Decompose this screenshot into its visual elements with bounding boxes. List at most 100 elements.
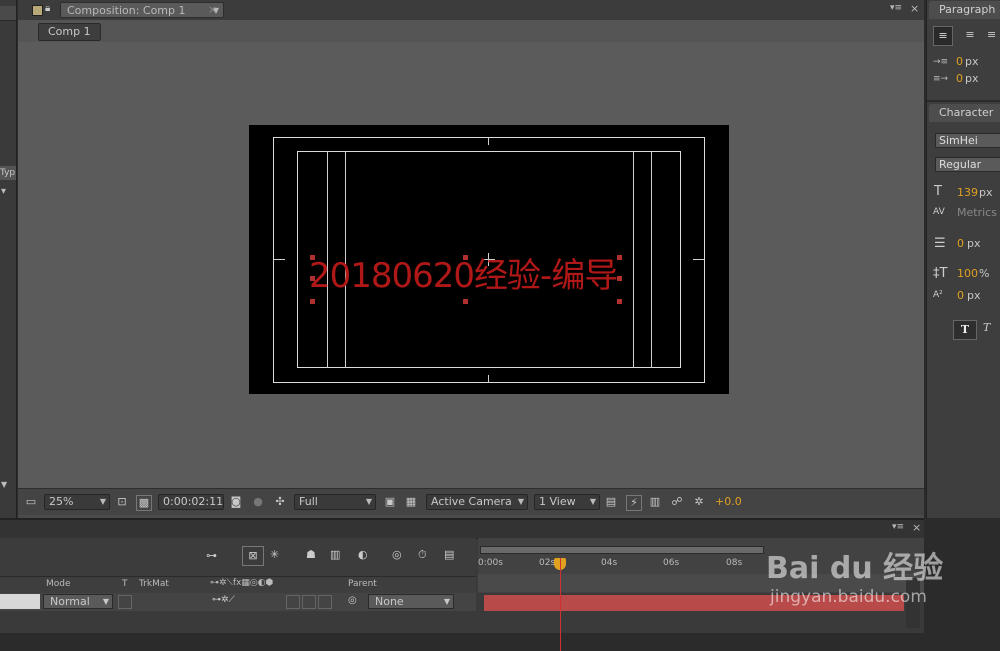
layer-name-cell[interactable] <box>0 594 40 609</box>
pick-whip-icon[interactable]: ◎ <box>348 595 357 606</box>
timecode-value: 0:00:02:11 <box>163 495 224 508</box>
align-center-icon[interactable]: ≡ <box>961 26 979 44</box>
comp-flow-button[interactable]: Comp 1 <box>38 23 101 41</box>
comp-mini-flowchart-icon[interactable]: ⊶ <box>206 549 217 562</box>
panel-menu-icon[interactable]: ▾≡ <box>890 3 902 13</box>
timeline-icon[interactable]: ▥ <box>648 495 662 509</box>
type-panel-tab[interactable]: Typ <box>0 166 16 180</box>
center-cut-guide-right <box>651 151 652 368</box>
resolution-dropdown[interactable]: Full ▼ <box>294 494 376 510</box>
ruler-label: 02s <box>539 558 556 568</box>
parent-column: Parent <box>348 579 377 589</box>
transform-handle[interactable] <box>463 299 468 304</box>
paragraph-panel-tab[interactable]: Paragraph <box>929 1 1000 19</box>
kerning-icon: AV <box>933 207 945 217</box>
leading-value[interactable]: 0 <box>957 237 964 250</box>
font-size-value[interactable]: 139 <box>957 186 978 199</box>
panel-close-icon[interactable]: × <box>910 2 919 15</box>
character-title: Character <box>939 106 994 119</box>
snapshot-icon[interactable]: ◙ <box>229 495 243 509</box>
resolution-value: Full <box>299 495 318 508</box>
paragraph-title: Paragraph <box>939 3 996 16</box>
faux-bold-button[interactable]: T <box>953 320 977 340</box>
reset-exposure-icon[interactable]: ✲ <box>692 495 706 509</box>
fast-preview-mode-icon[interactable]: ⚡ <box>626 495 642 511</box>
auto-keyframe-icon[interactable]: ⏱ <box>418 548 427 562</box>
comp-canvas[interactable]: 20180620经验-编导 <box>249 125 729 394</box>
camera-dropdown[interactable]: Active Camera ▼ <box>426 494 528 510</box>
always-preview-icon[interactable]: ▭ <box>24 495 38 509</box>
comp-tab[interactable]: Composition: Comp 1 ▼ <box>60 2 224 18</box>
guide-tick-left <box>273 259 285 260</box>
blend-mode-dropdown[interactable]: Normal ▼ <box>43 594 113 609</box>
region-of-interest-icon[interactable]: ⊡ <box>115 495 129 509</box>
channel-icon[interactable]: ✣ <box>273 495 287 509</box>
font-style-field[interactable]: Regular <box>935 157 1000 172</box>
hide-shy-layers-icon[interactable]: ☗ <box>306 548 316 561</box>
panel-divider <box>927 100 1000 102</box>
brainstorm-icon[interactable]: ◎ <box>392 548 402 561</box>
indent-first-value[interactable]: 0 <box>956 72 963 85</box>
faux-italic-button[interactable]: T <box>983 321 990 334</box>
comp-viewer[interactable]: 20180620经验-编导 <box>18 42 924 488</box>
view-layout-dropdown[interactable]: 1 View ▼ <box>534 494 600 510</box>
layer-row[interactable]: Normal ▼ ⊶✲⟋ ◎ None ▼ <box>0 593 476 611</box>
blend-mode-value: Normal <box>50 595 90 608</box>
comp-tab-label: Composition: Comp 1 <box>67 4 186 17</box>
fast-previews-icon[interactable]: ▣ <box>383 495 397 509</box>
indent-left-value[interactable]: 0 <box>956 55 963 68</box>
hierarchy-icon[interactable]: ▾ <box>1 186 13 198</box>
lock-icon[interactable]: 🔒︎ <box>45 3 57 16</box>
parent-dropdown[interactable]: None ▼ <box>368 594 454 609</box>
comp-text-layer[interactable]: 20180620经验-编导 <box>309 258 618 294</box>
t-column: T <box>122 579 128 589</box>
current-time-display[interactable]: 0:00:02:11 <box>158 494 224 510</box>
show-snapshot-icon[interactable]: ● <box>251 495 265 509</box>
graph-editor-icon[interactable]: ▤ <box>444 548 454 561</box>
flowchart-icon[interactable]: ☍ <box>670 495 684 509</box>
scroll-down-icon[interactable]: ▼ <box>1 480 13 492</box>
watermark-brand: Bai du 经验 <box>766 551 944 586</box>
motion-blur-icon[interactable]: ◐ <box>358 548 368 561</box>
font-family-field[interactable]: SimHei <box>935 133 1000 148</box>
layer-column-header: Mode T TrkMat ⊶✲⟍fx▦◎◐⬢ Parent <box>0 576 476 594</box>
transform-handle[interactable] <box>310 299 315 304</box>
composition-panel: 🔒︎ Composition: Comp 1 ▼ × ▾≡ × Comp 1 2… <box>18 0 924 518</box>
character-panel-tab[interactable]: Character <box>929 104 1000 122</box>
baseline-shift-value[interactable]: 0 <box>957 289 964 302</box>
transform-handle[interactable] <box>310 255 315 260</box>
align-right-icon[interactable]: ≡ <box>987 26 1000 44</box>
ruler-label: 06s <box>663 558 680 568</box>
toggle-pixel-aspect-icon[interactable]: ▤ <box>604 495 618 509</box>
vertical-scale-value[interactable]: 100 <box>957 267 978 280</box>
leading-unit: px <box>967 237 981 250</box>
indent-left-unit: px <box>965 55 979 68</box>
zoom-dropdown[interactable]: 25% ▼ <box>44 494 110 510</box>
comp-flow-bar: Comp 1 <box>18 20 924 42</box>
work-area-bar[interactable] <box>480 546 764 554</box>
transform-handle[interactable] <box>463 255 468 260</box>
transform-handle[interactable] <box>617 299 622 304</box>
live-update-icon[interactable]: ⊠ <box>242 546 264 566</box>
align-left-icon[interactable]: ≡ <box>933 26 953 46</box>
switch-box[interactable] <box>302 595 316 609</box>
indent-left-icon: →≡ <box>933 57 949 67</box>
switch-box[interactable] <box>286 595 300 609</box>
transform-handle[interactable] <box>617 255 622 260</box>
frame-blending-icon[interactable]: ▥ <box>330 548 340 561</box>
mode-column: Mode <box>46 579 71 589</box>
kerning-value[interactable]: Metrics <box>957 206 997 219</box>
exposure-value[interactable]: +0.0 <box>715 495 742 508</box>
transform-handle[interactable] <box>617 276 622 281</box>
switch-box[interactable] <box>318 595 332 609</box>
timeline-switches-bar: ⊶ ⊠ ✳ ☗ ▥ ◐ ◎ ⏱ ▤ <box>0 538 476 576</box>
preserve-transparency-checkbox[interactable] <box>118 595 132 609</box>
transparency-grid-icon[interactable]: ▩ <box>136 495 152 511</box>
layer-switches[interactable]: ⊶✲⟋ <box>212 595 235 605</box>
checkerboard-icon[interactable]: ▦ <box>404 495 418 509</box>
close-icon[interactable]: × <box>208 3 217 16</box>
draft-3d-icon[interactable]: ✳ <box>270 548 279 561</box>
transform-handle[interactable] <box>310 276 315 281</box>
switch-icons: ⊶✲⟍fx▦◎◐⬢ <box>210 578 274 588</box>
panel-grip[interactable] <box>0 6 16 21</box>
